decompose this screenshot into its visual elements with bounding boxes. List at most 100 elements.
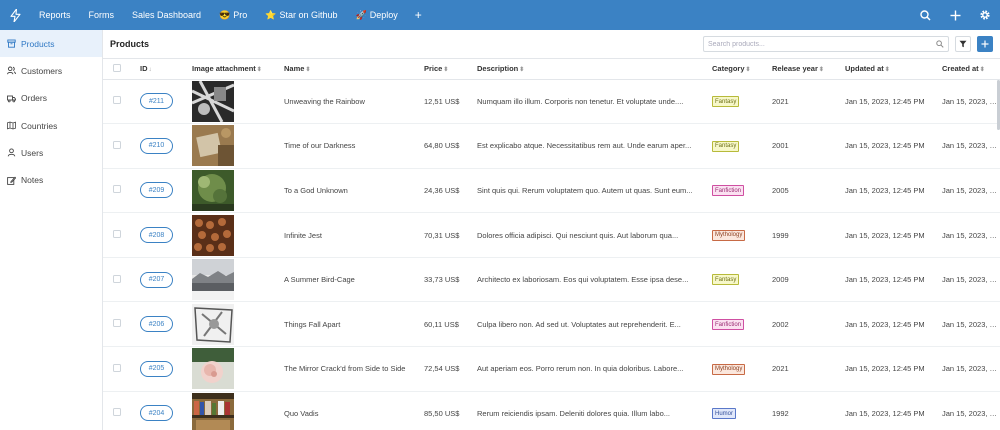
sidebar-item-customers[interactable]: Customers [0, 57, 102, 84]
description-cell: Est explicabo atque. Necessitatibus rem … [477, 123, 712, 169]
sidebar-item-products[interactable]: Products [0, 30, 102, 58]
table-row[interactable]: #205 The Mirror Crack'd from Side to Side… [103, 346, 1000, 392]
sidebar-item-label: Orders [21, 93, 47, 104]
package-icon [7, 39, 16, 48]
row-checkbox[interactable] [113, 185, 121, 194]
description-cell: Dolores officia adipisci. Qui nesciunt q… [477, 212, 712, 258]
id-link[interactable]: #207 [140, 271, 173, 288]
row-checkbox[interactable] [113, 319, 121, 328]
price-cell: 33,73 US$ [424, 257, 477, 303]
id-link[interactable]: #205 [140, 360, 173, 377]
column-header-release-year[interactable]: Release year⬍ [772, 59, 845, 80]
table-header-row: ID↓ Image attachment⬍ Name⬍ Price⬍ Descripti… [103, 59, 1000, 80]
column-header-image-attachment[interactable]: Image attachment⬍ [192, 59, 284, 80]
select-all-checkbox[interactable] [113, 63, 121, 72]
id-link[interactable]: #210 [140, 137, 173, 154]
row-checkbox[interactable] [113, 140, 121, 149]
sidebar-item-notes[interactable]: Notes [0, 166, 102, 193]
product-image[interactable] [192, 392, 234, 430]
edit-icon [7, 176, 16, 185]
id-link[interactable]: #204 [140, 405, 173, 422]
name-cell: The Mirror Crack'd from Side to Side [284, 346, 424, 392]
column-header-label: Category [712, 64, 745, 74]
column-header-label: Image attachment [192, 64, 256, 74]
sort-icon[interactable]: ⬍ [519, 67, 524, 73]
column-header-created-at[interactable]: Created at⬍ [942, 59, 1000, 80]
row-checkbox[interactable] [113, 96, 121, 105]
filter-button[interactable] [955, 36, 971, 52]
search-icon[interactable] [910, 0, 940, 30]
product-image[interactable] [192, 303, 234, 345]
image-cell [192, 301, 284, 348]
column-header-id[interactable]: ID↓ [140, 59, 192, 80]
add-product-button[interactable] [977, 36, 993, 52]
product-image[interactable] [192, 169, 234, 211]
id-link[interactable]: #211 [140, 93, 173, 110]
nav-reports[interactable]: Reports [30, 0, 80, 30]
nav-deploy[interactable]: 🚀 Deploy [347, 0, 407, 30]
search-field[interactable] [703, 36, 949, 52]
category-badge: Fanfiction [712, 319, 745, 331]
sort-icon[interactable]: ⬍ [257, 67, 262, 73]
product-image[interactable] [192, 259, 234, 301]
sort-icon[interactable]: ⬍ [443, 67, 448, 73]
sort-icon[interactable]: ⬍ [305, 67, 310, 73]
table-row[interactable]: #208 Infinite Jest 70,31 US$ Dolores offici… [103, 212, 1000, 258]
created-at-cell: Jan 15, 2023, 12:45 PM [942, 79, 1000, 125]
column-header-name[interactable]: Name⬍ [284, 59, 424, 80]
category-cell: Fanfiction [712, 301, 772, 348]
category-badge: Fantasy [712, 96, 740, 108]
page-header: Products [103, 30, 1000, 59]
id-link[interactable]: #208 [140, 227, 173, 244]
row-checkbox[interactable] [113, 274, 121, 283]
nav-add-button[interactable]: + [407, 0, 430, 30]
row-checkbox[interactable] [113, 363, 121, 372]
nav-sales-dashboard[interactable]: Sales Dashboard [123, 0, 210, 30]
product-image[interactable] [192, 125, 234, 167]
product-image[interactable] [192, 214, 234, 256]
row-checkbox[interactable] [113, 230, 121, 239]
category-badge: Mythology [712, 229, 746, 241]
table-row[interactable]: #210 Time of our Darkness 64,80 US$ Est exp… [103, 123, 1000, 169]
add-icon[interactable] [940, 0, 970, 30]
table-row[interactable]: #211 Unweaving the Rainbow 12,51 US$ Numqua… [103, 79, 1000, 125]
product-image[interactable] [192, 80, 234, 122]
search-input[interactable] [708, 40, 937, 48]
sidebar-item-orders[interactable]: Orders [0, 85, 102, 112]
sidebar-item-countries[interactable]: Countries [0, 112, 102, 139]
column-header-label: Created at [942, 64, 979, 74]
sort-icon[interactable]: ⬍ [885, 67, 890, 73]
gear-icon[interactable] [970, 0, 1000, 30]
sidebar-item-users[interactable]: Users [0, 139, 102, 166]
logo-icon[interactable] [0, 0, 30, 30]
sort-icon[interactable]: ⬍ [980, 67, 985, 73]
column-header-updated-at[interactable]: Updated at⬍ [845, 59, 942, 80]
map-icon [7, 121, 16, 130]
id-link[interactable]: #209 [140, 182, 173, 199]
row-checkbox[interactable] [113, 408, 121, 417]
category-cell: Fantasy [712, 79, 772, 125]
nav-pro[interactable]: 😎 Pro [210, 0, 256, 30]
table-row[interactable]: #206 Things Fall Apart 60,11 US$ Culpa libe… [103, 301, 1000, 348]
product-image[interactable] [192, 348, 234, 390]
main-content: Products ID↓Image attachment⬍Name⬍Price⬍… [103, 30, 1000, 430]
nav-forms[interactable]: Forms [80, 0, 124, 30]
id-link[interactable]: #206 [140, 316, 173, 333]
table-row[interactable]: #207 A Summer Bird-Cage 33,73 US$ Architect… [103, 257, 1000, 303]
column-header-price[interactable]: Price⬍ [424, 59, 477, 80]
sort-icon[interactable]: ⬍ [746, 67, 751, 73]
nav-star-on-github[interactable]: ⭐ Star on Github [256, 0, 346, 30]
sort-icon[interactable]: ⬍ [819, 67, 824, 73]
column-header-category[interactable]: Category⬍ [712, 59, 772, 80]
truck-icon [7, 94, 16, 103]
created-at-cell: Jan 15, 2023, 12:45 PM [942, 212, 1000, 258]
table-row[interactable]: #209 To a God Unknown 24,36 US$ Sint quis q… [103, 168, 1000, 214]
column-header-label: Description [477, 64, 519, 74]
column-header-description[interactable]: Description⬍ [477, 59, 712, 80]
sort-icon[interactable]: ↓ [149, 67, 152, 73]
name-cell: To a God Unknown [284, 168, 424, 214]
updated-at-cell: Jan 15, 2023, 12:45 PM [845, 123, 942, 169]
select-cell [103, 301, 140, 348]
category-cell: Fantasy [712, 123, 772, 169]
table-row[interactable]: #204 Quo Vadis 85,50 US$ Rerum reiciendis i… [103, 391, 1000, 430]
